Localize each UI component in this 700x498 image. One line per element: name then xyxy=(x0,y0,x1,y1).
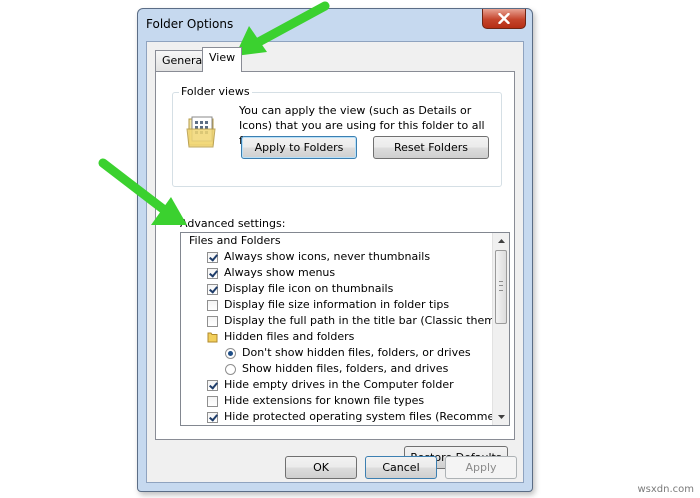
scroll-thumb-grip xyxy=(499,281,503,291)
folder-views-label: Folder views xyxy=(179,85,252,98)
tree-item-label: Files and Folders xyxy=(189,234,281,247)
scroll-up-button[interactable] xyxy=(493,233,509,249)
checkbox-display-file-icon[interactable] xyxy=(207,283,218,295)
checkbox-display-full-path[interactable] xyxy=(207,315,218,327)
chevron-up-icon xyxy=(498,239,505,243)
apply-to-folders-button[interactable]: Apply to Folders xyxy=(241,136,357,159)
cancel-button[interactable]: Cancel xyxy=(365,456,437,479)
close-button[interactable] xyxy=(482,9,526,29)
chevron-down-icon xyxy=(498,415,505,419)
setting-show-hidden[interactable]: Show hidden files, folders, and drives xyxy=(225,361,448,377)
green-arrow-icon xyxy=(98,158,187,225)
setting-always-show-menus[interactable]: Always show menus xyxy=(207,265,335,281)
setting-label: Show hidden files, folders, and drives xyxy=(242,362,449,375)
setting-label: Hide protected operating system files (R… xyxy=(224,410,510,423)
apply-button[interactable]: Apply xyxy=(445,456,517,479)
advanced-settings-label: Advanced settings: xyxy=(180,217,286,230)
checkbox-always-show-icons[interactable] xyxy=(207,251,218,263)
ok-button[interactable]: OK xyxy=(285,456,357,479)
setting-label: Display the full path in the title bar (… xyxy=(224,314,510,327)
window-title: Folder Options xyxy=(146,17,234,31)
setting-hide-extensions[interactable]: Hide extensions for known file types xyxy=(207,393,424,409)
setting-display-full-path[interactable]: Display the full path in the title bar (… xyxy=(207,313,510,329)
folder-icon xyxy=(207,332,218,343)
folder-views-group: Folder views You can apply the view (suc… xyxy=(172,85,502,187)
scroll-down-button[interactable] xyxy=(493,409,509,425)
checkbox-hide-empty-drives[interactable] xyxy=(207,379,218,391)
setting-hide-protected-files[interactable]: Hide protected operating system files (R… xyxy=(207,409,510,425)
view-tab-panel: Folder views You can apply the view (suc… xyxy=(155,71,515,469)
advanced-settings-tree[interactable]: Files and Folders Always show icons, nev… xyxy=(180,232,510,426)
checkbox-hide-extensions[interactable] xyxy=(207,395,218,407)
tree-scrollbar[interactable] xyxy=(492,233,509,425)
setting-group-hidden-files: Hidden files and folders xyxy=(207,329,354,345)
setting-label: Hide extensions for known file types xyxy=(224,394,425,407)
dialog-client-area: General View Folder views You can apply … xyxy=(146,41,524,483)
reset-folders-button[interactable]: Reset Folders xyxy=(373,136,489,159)
checkbox-display-file-size[interactable] xyxy=(207,299,218,311)
checkbox-always-show-menus[interactable] xyxy=(207,267,218,279)
tree-root-files-and-folders: Files and Folders xyxy=(189,233,281,249)
setting-hide-empty-drives[interactable]: Hide empty drives in the Computer folder xyxy=(207,377,454,393)
setting-dont-show-hidden[interactable]: Don't show hidden files, folders, or dri… xyxy=(225,345,471,361)
setting-label: Always show menus xyxy=(224,266,336,279)
setting-label: Hidden files and folders xyxy=(224,330,355,343)
folder-options-window: Folder Options General View Folder views xyxy=(137,8,533,492)
folder-view-icon xyxy=(186,116,216,148)
checkbox-hide-protected-files[interactable] xyxy=(207,411,218,423)
scroll-thumb[interactable] xyxy=(495,250,507,324)
setting-label: Display file size information in folder … xyxy=(224,298,450,311)
setting-display-file-size[interactable]: Display file size information in folder … xyxy=(207,297,449,313)
setting-label: Display file icon on thumbnails xyxy=(224,282,394,295)
close-x-icon xyxy=(498,13,510,24)
setting-label: Always show icons, never thumbnails xyxy=(224,250,431,263)
setting-display-file-icon[interactable]: Display file icon on thumbnails xyxy=(207,281,393,297)
watermark-text: wsxdn.com xyxy=(637,484,694,495)
radio-show-hidden[interactable] xyxy=(225,363,236,375)
setting-label: Hide empty drives in the Computer folder xyxy=(224,378,454,391)
setting-always-show-icons[interactable]: Always show icons, never thumbnails xyxy=(207,249,430,265)
tab-view[interactable]: View xyxy=(202,47,243,72)
setting-label: Don't show hidden files, folders, or dri… xyxy=(242,346,471,359)
radio-dont-show-hidden[interactable] xyxy=(225,347,236,359)
